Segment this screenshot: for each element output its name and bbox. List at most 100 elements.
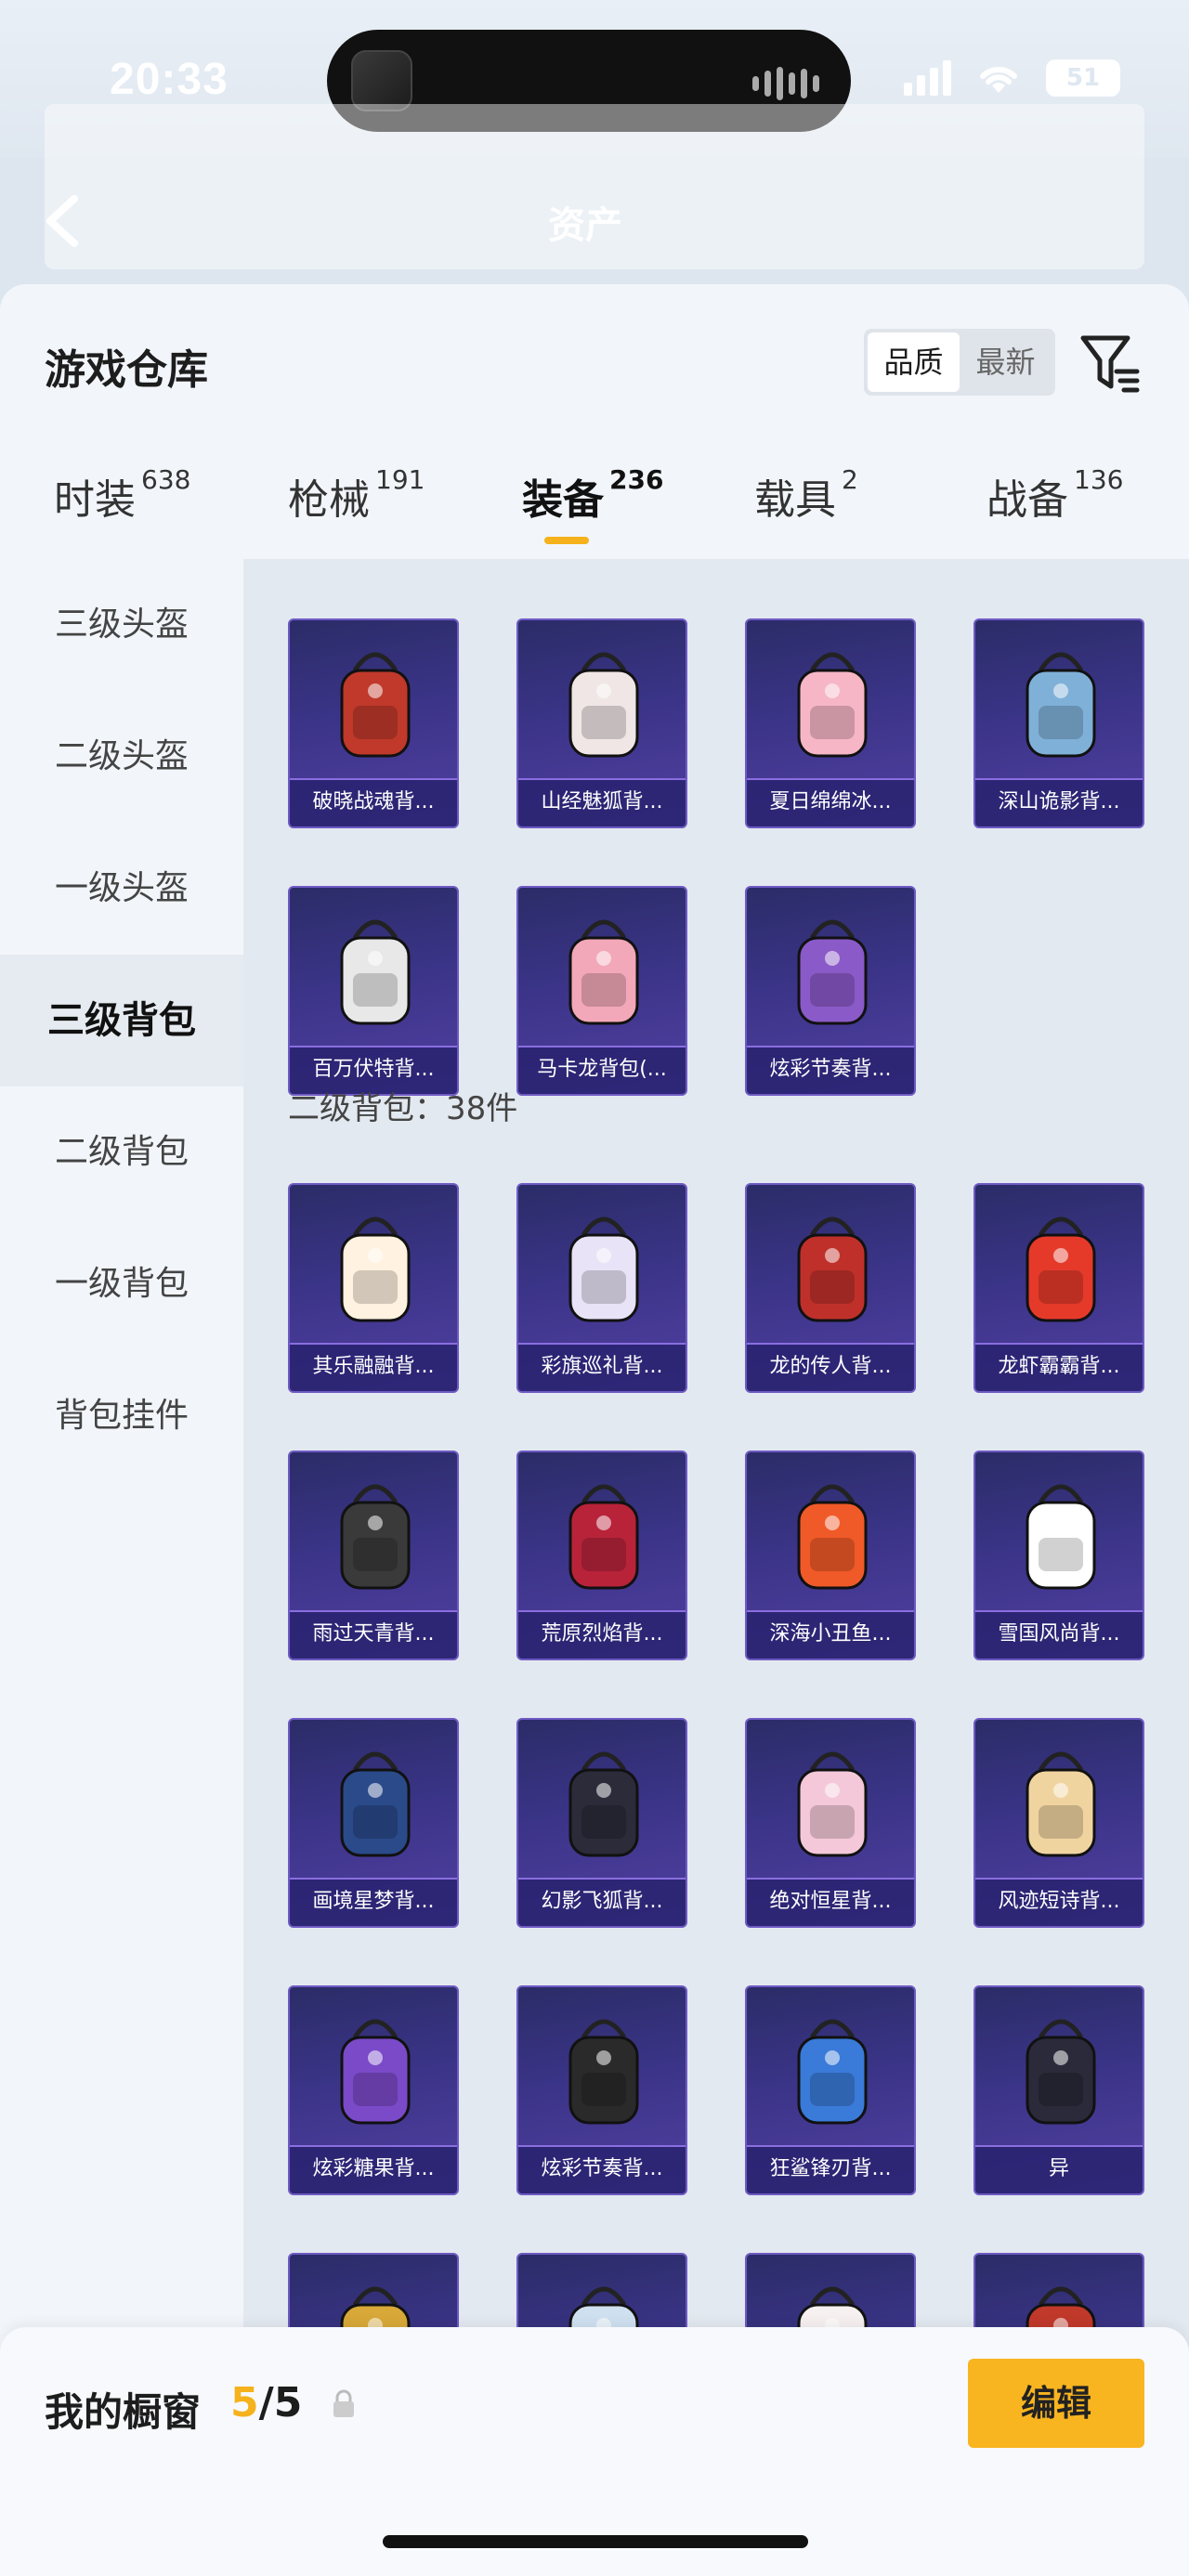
sort-quality-option[interactable]: 品质	[868, 332, 960, 392]
home-indicator	[383, 2535, 808, 2548]
filter-icon[interactable]	[1079, 332, 1141, 394]
battery-icon: 51	[1046, 59, 1120, 97]
edit-button[interactable]: 编辑	[968, 2359, 1144, 2448]
sort-newest-option[interactable]: 最新	[960, 332, 1052, 392]
tab-label: 装备	[522, 476, 604, 524]
item-name: 炫彩节奏背...	[747, 1046, 914, 1094]
item-card[interactable]: 雪国风尚背...	[973, 1451, 1144, 1660]
item-name: 绝对恒星背...	[747, 1878, 914, 1926]
item-name: 幻影飞狐背...	[518, 1878, 686, 1926]
backpack-icon	[797, 2019, 868, 2125]
tab-label: 载具	[754, 476, 836, 524]
showcase-current: 5	[230, 2379, 259, 2426]
warehouse-sheet: 游戏仓库 品质 最新 时装 638 枪械 191 装备 236 载具 2 战备 136 三…	[0, 284, 1189, 2576]
sort-toggle: 品质 最新	[864, 329, 1055, 396]
sidebar-item-helmet-2[interactable]: 二级头盔	[0, 691, 243, 823]
backpack-icon	[1026, 652, 1096, 758]
item-card[interactable]: 其乐融融背...	[288, 1183, 459, 1393]
item-name: 破晓战魂背...	[290, 778, 457, 826]
tab-guns[interactable]: 枪械 191	[288, 464, 425, 550]
item-card[interactable]: 破晓战魂背...	[288, 618, 459, 828]
item-card[interactable]: 异	[973, 1985, 1144, 2195]
item-card[interactable]: 风迹短诗背...	[973, 1718, 1144, 1928]
item-name: 深山诡影背...	[975, 778, 1143, 826]
item-card[interactable]: 炫彩糖果背...	[288, 1985, 459, 2195]
category-tabs: 时装 638 枪械 191 装备 236 载具 2 战备 136	[0, 464, 1189, 550]
item-card[interactable]: 幻影飞狐背...	[516, 1718, 687, 1928]
sidebar: 三级头盔 二级头盔 一级头盔 三级背包 二级背包 一级背包 背包挂件	[0, 559, 243, 2576]
item-card[interactable]: 马卡龙背包(...	[516, 886, 687, 1096]
item-name: 炫彩节奏背...	[518, 2145, 686, 2193]
item-card[interactable]: 彩旗巡礼背...	[516, 1183, 687, 1393]
sidebar-item-backpack-2[interactable]: 二级背包	[0, 1086, 243, 1218]
backpack-icon	[340, 1216, 411, 1322]
backpack-icon	[1026, 1216, 1096, 1322]
item-name: 马卡龙背包(...	[518, 1046, 686, 1094]
item-card[interactable]: 百万伏特背...	[288, 886, 459, 1096]
item-card[interactable]: 山经魅狐背...	[516, 618, 687, 828]
audio-wave-icon	[752, 67, 819, 100]
sidebar-item-backpack-charm[interactable]: 背包挂件	[0, 1350, 243, 1482]
tab-equipment[interactable]: 装备 236	[522, 464, 664, 550]
backpack-icon	[568, 1751, 639, 1857]
app-icon	[351, 50, 412, 111]
tab-vehicles[interactable]: 载具 2	[754, 464, 858, 550]
tab-count: 236	[609, 464, 664, 495]
item-card[interactable]: 狂鲨锋刃背...	[745, 1985, 916, 2195]
item-name: 雨过天青背...	[290, 1610, 457, 1659]
sidebar-item-helmet-1[interactable]: 一级头盔	[0, 823, 243, 955]
backpack-icon	[340, 919, 411, 1025]
item-card[interactable]: 雨过天青背...	[288, 1451, 459, 1660]
tab-count: 136	[1074, 464, 1124, 495]
sidebar-item-helmet-3[interactable]: 三级头盔	[0, 559, 243, 691]
backpack-icon	[568, 919, 639, 1025]
sheet-title: 游戏仓库	[45, 346, 208, 394]
item-card[interactable]: 炫彩节奏背...	[516, 1985, 687, 2195]
item-card[interactable]: 夏日绵绵冰...	[745, 618, 916, 828]
item-grid: 破晓战魂背... 山经魅狐背... 夏日绵绵冰... 深山诡影背... 百万伏特背...…	[243, 559, 1189, 2576]
item-card[interactable]: 龙虾霸霸背...	[973, 1183, 1144, 1393]
showcase-count: 5/5	[230, 2379, 302, 2426]
backpack-icon	[797, 1216, 868, 1322]
item-name: 荒原烈焰背...	[518, 1610, 686, 1659]
backpack-icon	[340, 2019, 411, 2125]
tab-fashion[interactable]: 时装 638	[54, 464, 191, 550]
tab-count: 638	[141, 464, 191, 495]
item-card[interactable]: 画境星梦背...	[288, 1718, 459, 1928]
backpack-icon	[340, 1751, 411, 1857]
item-name: 夏日绵绵冰...	[747, 778, 914, 826]
tab-supplies[interactable]: 战备 136	[986, 464, 1124, 550]
backpack-icon	[568, 2019, 639, 2125]
backpack-icon	[568, 1484, 639, 1590]
item-name: 山经魅狐背...	[518, 778, 686, 826]
item-name: 画境星梦背...	[290, 1878, 457, 1926]
item-card[interactable]: 炫彩节奏背...	[745, 886, 916, 1096]
backpack-icon	[797, 919, 868, 1025]
item-card[interactable]: 绝对恒星背...	[745, 1718, 916, 1928]
tab-label: 战备	[986, 476, 1068, 524]
section-label: 二级背包：38件	[288, 1090, 518, 1127]
item-card[interactable]: 深海小丑鱼...	[745, 1451, 916, 1660]
item-card[interactable]: 深山诡影背...	[973, 618, 1144, 828]
item-name: 龙的传人背...	[747, 1343, 914, 1391]
sidebar-item-backpack-1[interactable]: 一级背包	[0, 1218, 243, 1350]
item-name: 雪国风尚背...	[975, 1610, 1143, 1659]
backpack-icon	[340, 1484, 411, 1590]
item-name: 风迹短诗背...	[975, 1878, 1143, 1926]
backpack-icon	[797, 1484, 868, 1590]
item-card[interactable]: 龙的传人背...	[745, 1183, 916, 1393]
backpack-icon	[1026, 2019, 1096, 2125]
item-name: 炫彩糖果背...	[290, 2145, 457, 2193]
item-name: 异	[975, 2145, 1143, 2193]
showcase-total: /5	[258, 2379, 303, 2426]
back-icon[interactable]	[41, 193, 82, 249]
backpack-icon	[1026, 1751, 1096, 1857]
sidebar-item-backpack-3[interactable]: 三级背包	[0, 955, 243, 1086]
signal-icon	[904, 60, 951, 96]
status-icons: 51	[904, 59, 1120, 97]
item-card[interactable]: 荒原烈焰背...	[516, 1451, 687, 1660]
tab-label: 枪械	[288, 476, 370, 524]
page-title: 资产	[548, 204, 622, 247]
backpack-icon	[568, 652, 639, 758]
backpack-icon	[797, 1751, 868, 1857]
